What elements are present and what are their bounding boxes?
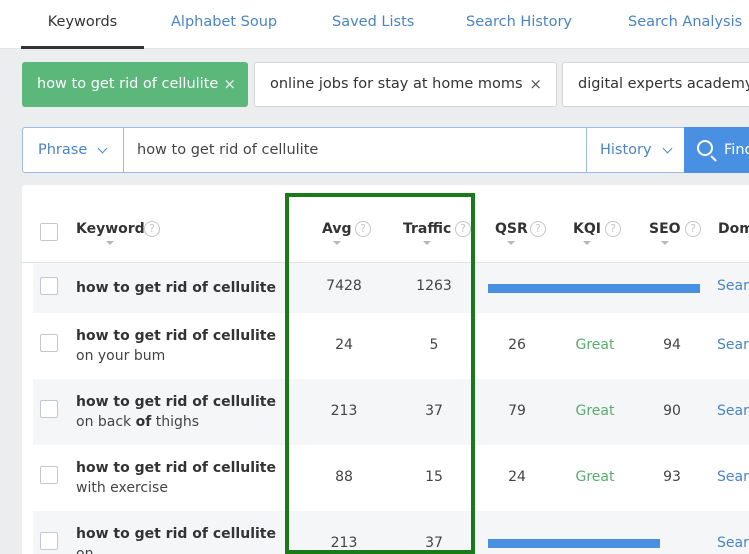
qsr-value: 26 [508,337,526,353]
keyword-text: how to get rid of cellulite on back of t… [76,394,276,430]
chip-label: digital experts academy [578,76,749,92]
sort-icon [507,241,516,245]
row-checkbox[interactable] [40,532,58,550]
seo-value: 93 [663,469,681,485]
column-qsr[interactable]: QSR ? [495,221,546,245]
keyword-text: how to get rid of cellulite [76,280,276,296]
tab-saved-lists[interactable]: Saved Lists [332,0,414,49]
search-link[interactable]: Search [717,535,749,551]
keyword-chip-active[interactable]: how to get rid of cellulite × [22,62,248,107]
highlight-box [285,193,475,554]
chip-label: how to get rid of cellulite [37,76,219,92]
keyword-text: how to get rid of cellulite with exercis… [76,460,276,496]
tab-alphabet-soup[interactable]: Alphabet Soup [171,0,277,49]
tab-search-history[interactable]: Search History [466,0,572,49]
search-link[interactable]: Search [717,337,749,353]
search-icon [697,140,713,156]
search-link[interactable]: Search [717,469,749,485]
column-domains[interactable]: Dom [718,221,749,237]
close-icon[interactable]: × [529,63,542,106]
search-link[interactable]: Search [717,278,749,294]
kqi-value: Great [575,469,615,485]
chevron-down-icon [97,143,108,154]
column-kqi[interactable]: KQI ? [573,221,621,245]
search-bar: Phrase History Find [22,127,749,173]
select-all-checkbox[interactable] [40,223,58,241]
seo-value: 90 [663,403,681,419]
close-icon[interactable]: × [223,62,236,107]
keyword-text: how to get rid of cellulite on [76,526,276,554]
seo-value: 94 [663,337,681,353]
keyword-search-input[interactable] [123,127,587,173]
help-icon[interactable]: ? [605,221,621,237]
tab-keywords[interactable]: Keywords [21,0,144,49]
history-label: History [600,142,652,158]
kqi-value: Great [575,403,615,419]
find-label: Find [724,142,749,158]
top-tabs: Keywords Alphabet Soup Saved Lists Searc… [0,0,749,49]
keyword-text: how to get rid of cellulite on your bum [76,328,276,364]
row-checkbox[interactable] [40,277,58,295]
row-checkbox[interactable] [40,466,58,484]
sort-icon [660,241,669,245]
tab-search-analysis[interactable]: Search Analysis [628,0,742,49]
qsr-bar [488,284,700,293]
help-icon[interactable]: ? [530,221,546,237]
column-seo[interactable]: SEO ? [649,221,701,245]
row-checkbox[interactable] [40,334,58,352]
row-checkbox[interactable] [40,400,58,418]
chevron-down-icon [662,143,673,154]
qsr-value: 79 [508,403,526,419]
qsr-bar [488,539,660,548]
help-icon[interactable]: ? [685,221,701,237]
kqi-value: Great [575,337,615,353]
keyword-chip[interactable]: online jobs for stay at home moms × [254,62,557,107]
help-icon[interactable]: ? [144,221,160,237]
sort-icon [106,241,115,245]
chip-label: online jobs for stay at home moms [270,76,523,92]
sort-icon [582,241,591,245]
column-keyword[interactable]: Keyword ? [76,221,160,245]
search-link[interactable]: Search [717,403,749,419]
keyword-chip[interactable]: digital experts academy [562,62,749,107]
match-mode-label: Phrase [38,142,88,158]
find-button[interactable]: Find [684,127,749,173]
qsr-value: 24 [508,469,526,485]
history-select[interactable]: History [586,127,685,173]
match-mode-select[interactable]: Phrase [22,127,124,173]
